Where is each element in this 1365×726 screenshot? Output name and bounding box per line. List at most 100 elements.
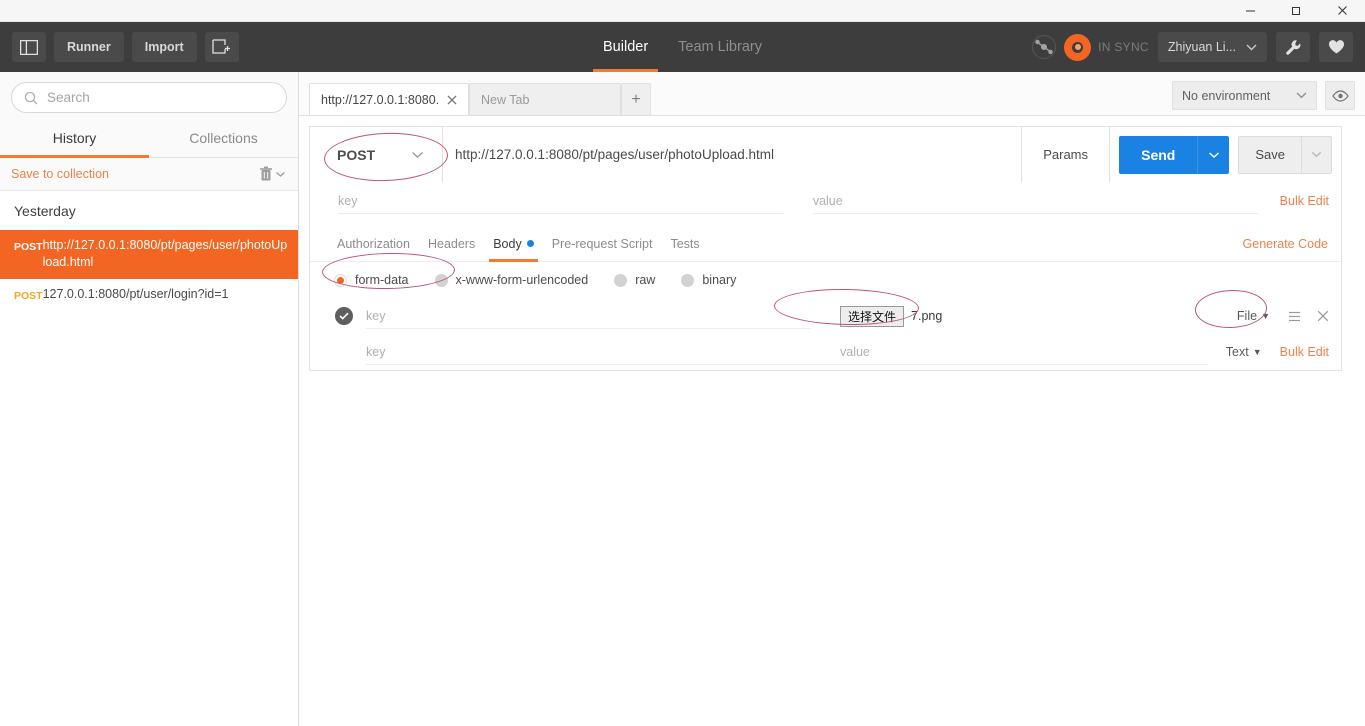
chevron-down-icon <box>411 151 424 159</box>
search-box[interactable] <box>11 82 287 113</box>
add-request-tab-button[interactable]: + <box>621 83 651 115</box>
save-to-collection-link[interactable]: Save to collection <box>11 167 109 181</box>
params-bulk-edit-link[interactable]: Bulk Edit <box>1258 194 1329 208</box>
chevron-down-icon <box>1274 92 1307 99</box>
sidebar-tab-collections[interactable]: Collections <box>149 122 298 157</box>
history-item-2-method: POST <box>14 290 43 302</box>
form-row-2-type-label: Text <box>1225 345 1249 359</box>
tab-authorization[interactable]: Authorization <box>328 226 419 262</box>
window-close-button[interactable] <box>1319 0 1365 22</box>
request-tab-2[interactable]: New Tab <box>469 83 621 115</box>
save-options-button[interactable] <box>1302 135 1332 174</box>
user-name-label: Zhiyuan Li... <box>1167 40 1236 54</box>
history-item-2-url: 127.0.0.1:8080/pt/user/login?id=1 <box>42 287 229 301</box>
sidebar-tab-history-label: History <box>52 130 97 146</box>
form-row-2-value-input[interactable]: value <box>811 340 1208 365</box>
history-item-1[interactable]: POST http://127.0.0.1:8080/pt/pages/user… <box>0 230 298 279</box>
request-tab-1-label: http://127.0.0.1:8080. <box>321 92 439 107</box>
form-row-1-remove-icon[interactable] <box>1317 310 1329 322</box>
nav-tab-builder[interactable]: Builder <box>592 22 659 72</box>
save-request-button[interactable]: Save <box>1238 135 1302 174</box>
form-row-1-value-cell: 选择文件 7.png <box>811 304 1216 329</box>
generate-code-link[interactable]: Generate Code <box>1243 237 1328 251</box>
radio-raw-icon <box>614 273 628 287</box>
radio-form-data-label: form-data <box>355 273 409 287</box>
window-titlebar <box>0 0 1365 22</box>
radio-raw-label: raw <box>635 273 656 287</box>
window-minimize-button[interactable] <box>1227 0 1273 22</box>
params-button[interactable]: Params <box>1022 127 1111 182</box>
radio-form-data[interactable]: form-data <box>334 273 409 287</box>
sync-status-label: IN SYNC <box>1098 40 1149 54</box>
send-save-group: Send Save <box>1110 127 1341 182</box>
radio-x-www-form-urlencoded-label: x-www-form-urlencoded <box>455 273 589 287</box>
form-row-1-key-input[interactable]: key <box>366 304 811 329</box>
url-input-wrap[interactable] <box>443 127 1023 182</box>
form-row-1-file-input[interactable]: 选择文件 7.png <box>840 305 942 327</box>
main-row: History Collections Save to collection <box>0 72 1365 726</box>
send-label: Send <box>1141 146 1176 163</box>
request-section-tabs: Authorization Headers Body Pre-request S… <box>310 226 1341 262</box>
chevron-down-icon <box>1246 44 1257 51</box>
trash-icon[interactable] <box>259 166 273 182</box>
user-menu-button[interactable]: Zhiyuan Li... <box>1157 32 1267 62</box>
send-button[interactable]: Send <box>1119 135 1198 174</box>
sidebar-toggle-button[interactable] <box>12 32 46 62</box>
form-data-row-2: key value Text ▼ Bulk Edit <box>310 334 1341 370</box>
hamburger-menu-icon[interactable] <box>1288 311 1301 322</box>
form-row-1-type-label: File <box>1236 309 1258 323</box>
tab-tests[interactable]: Tests <box>661 226 708 262</box>
sync-status[interactable]: IN SYNC <box>1031 33 1149 61</box>
body-modified-dot-icon <box>526 240 534 247</box>
environment-select-label: No environment <box>1182 88 1271 103</box>
params-value-input[interactable]: value <box>812 188 1258 214</box>
send-options-button[interactable] <box>1197 135 1230 174</box>
request-tab-1-close-icon[interactable] <box>447 95 457 105</box>
form-row-2-key-placeholder: key <box>366 344 386 359</box>
heart-icon <box>1328 39 1345 55</box>
tab-pre-request-script[interactable]: Pre-request Script <box>543 226 662 262</box>
window-maximize-button[interactable] <box>1273 0 1319 22</box>
history-list: Yesterday POST http://127.0.0.1:8080/pt/… <box>0 191 298 726</box>
runner-label: Runner <box>67 40 111 54</box>
tab-body[interactable]: Body <box>484 226 543 262</box>
import-button[interactable]: Import <box>131 32 197 62</box>
request-tab-1[interactable]: http://127.0.0.1:8080. <box>309 83 469 115</box>
url-input[interactable] <box>455 147 1010 162</box>
header-right-group: IN SYNC Zhiyuan Li... <box>1031 32 1365 62</box>
form-row-2-key-input[interactable]: key <box>366 340 811 365</box>
search-input[interactable] <box>47 90 274 105</box>
params-key-input[interactable]: key <box>338 188 783 214</box>
chevron-down-icon: ▼ <box>1261 311 1270 321</box>
choose-file-button[interactable]: 选择文件 <box>840 305 905 327</box>
new-window-button[interactable] <box>204 32 239 62</box>
sidebar-actions-row: Save to collection <box>0 158 298 191</box>
form-row-1-checkbox[interactable] <box>335 307 353 325</box>
environment-select[interactable]: No environment <box>1172 81 1317 110</box>
form-bulk-edit-link[interactable]: Bulk Edit <box>1262 345 1329 359</box>
favorites-button[interactable] <box>1319 32 1353 62</box>
form-row-2-type-select[interactable]: Text ▼ <box>1208 345 1262 359</box>
chevron-down-icon: ▼ <box>1252 347 1262 357</box>
settings-button[interactable] <box>1276 32 1310 62</box>
radio-binary[interactable]: binary <box>681 273 736 287</box>
radio-x-www-form-urlencoded-icon <box>434 273 448 287</box>
nav-tab-team-library[interactable]: Team Library <box>678 22 762 72</box>
history-item-2[interactable]: POST 127.0.0.1:8080/pt/user/login?id=1 <box>0 279 298 313</box>
nav-tab-team-library-label: Team Library <box>678 39 762 55</box>
environment-quick-look-button[interactable] <box>1325 81 1355 110</box>
form-data-row-1: key 选择文件 7.png File ▼ <box>310 298 1341 334</box>
app-header: Runner Import Builder Team Library IN SY… <box>0 22 1365 72</box>
trash-chevron-down-icon[interactable] <box>275 171 286 178</box>
tab-authorization-label: Authorization <box>337 236 410 251</box>
tab-headers[interactable]: Headers <box>419 226 484 262</box>
tab-pre-request-script-label: Pre-request Script <box>551 236 653 251</box>
form-row-1-type-select[interactable]: File ▼ <box>1216 309 1270 323</box>
runner-button[interactable]: Runner <box>54 32 124 62</box>
radio-x-www-form-urlencoded[interactable]: x-www-form-urlencoded <box>434 273 589 287</box>
radio-raw[interactable]: raw <box>614 273 655 287</box>
chevron-down-icon <box>1311 151 1322 158</box>
method-select[interactable]: POST <box>310 127 443 182</box>
sidebar-tab-history[interactable]: History <box>0 122 149 158</box>
new-window-icon <box>212 39 231 55</box>
